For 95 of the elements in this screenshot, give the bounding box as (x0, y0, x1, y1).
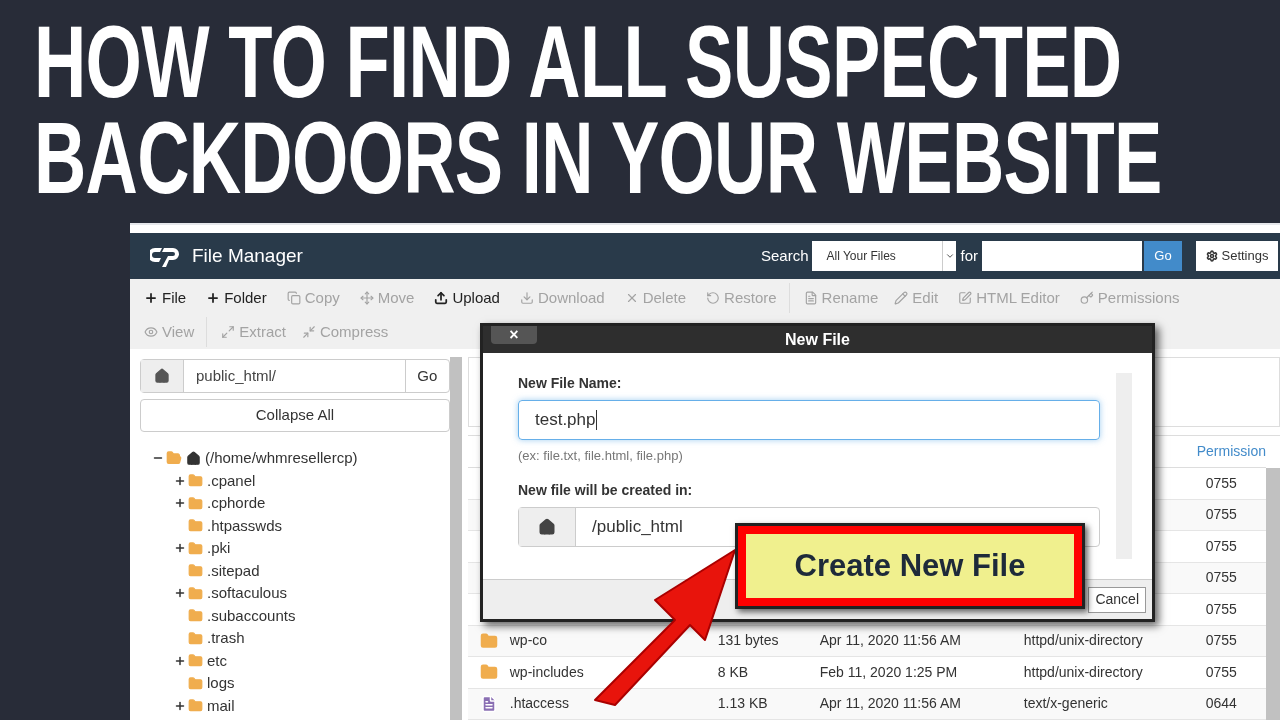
file-name[interactable]: wp-includes (509, 663, 584, 680)
tree-item[interactable]: .sitepad (207, 559, 260, 582)
toolbar-button[interactable]: Folder (198, 283, 275, 313)
chevron-down-icon (945, 251, 955, 261)
home-icon (538, 517, 556, 536)
file-name-field[interactable]: test.php (518, 400, 1100, 440)
expand-icon[interactable] (174, 474, 186, 487)
file-permissions: 0755 (1205, 631, 1237, 651)
folder-icon (188, 540, 203, 556)
open-folder-icon (166, 450, 182, 467)
upload-icon (434, 291, 449, 305)
folder-icon (188, 518, 203, 534)
expand-icon[interactable] (174, 587, 186, 600)
collapse-all-button[interactable]: Collapse All (140, 399, 450, 432)
move-icon (359, 291, 374, 305)
folder-icon (188, 608, 203, 624)
file-type: httpd/unix-directory (1023, 663, 1143, 680)
hint-text: (ex: file.txt, file.html, file.php) (518, 447, 684, 465)
toolbar-button[interactable]: Upload (426, 283, 508, 313)
dialog-title: New File (785, 329, 850, 350)
folder-icon (188, 585, 203, 601)
file-permissions: 0644 (1205, 694, 1237, 714)
settings-button[interactable]: Settings (1196, 241, 1278, 271)
file-name[interactable]: .htaccess (509, 695, 569, 712)
folder-icon (479, 663, 498, 682)
tree-item[interactable]: logs (207, 672, 235, 695)
compress-icon (301, 325, 316, 339)
tree-item[interactable]: .trash (207, 627, 245, 650)
file-permissions: 0755 (1205, 473, 1237, 493)
pencil-icon (894, 291, 909, 305)
expand-icon (221, 325, 236, 339)
file-type: httpd/unix-directory (1023, 632, 1143, 649)
app-title: File Manager (192, 243, 303, 268)
file-permissions: 0755 (1205, 599, 1237, 619)
scope-select[interactable]: All Your Files (812, 241, 957, 271)
file-permissions: 0755 (1205, 662, 1237, 682)
file-date: Apr 11, 2020 11:56 AM (819, 695, 961, 712)
file-size: 8 KB (717, 663, 749, 680)
headline: BACKDOORS IN YOUR WEBSITE (34, 110, 1162, 206)
toolbar-button[interactable]: File (136, 283, 195, 313)
logo-icon (150, 245, 180, 267)
go-button[interactable]: Go (1144, 241, 1182, 271)
column-header[interactable]: Permission (1196, 441, 1266, 462)
undo-icon (706, 291, 721, 305)
expand-icon[interactable] (174, 542, 186, 555)
copy-icon (286, 291, 301, 305)
cancel-button[interactable]: Cancel (1088, 586, 1146, 613)
document-icon (803, 291, 818, 305)
search-label: Search (760, 245, 809, 266)
tree-item[interactable]: etc (207, 649, 227, 672)
folder-icon (188, 495, 203, 511)
settings-icon (1205, 250, 1218, 262)
expand-icon[interactable] (174, 654, 186, 667)
file-name[interactable]: wp-co (509, 632, 548, 649)
folder-icon (188, 563, 203, 579)
tree-item[interactable]: .htpasswds (207, 514, 283, 537)
folder-icon (188, 630, 203, 646)
tree-item[interactable]: .cpanel (207, 469, 256, 492)
folder-icon (188, 653, 203, 669)
for-label: for (960, 245, 978, 266)
home-icon (186, 450, 201, 466)
file-size: 1.13 KB (717, 695, 768, 712)
sidebar-scrollbar[interactable] (449, 357, 462, 720)
plus-icon (206, 291, 221, 305)
folder-icon (188, 675, 203, 691)
key-icon (1079, 291, 1094, 305)
download-icon (519, 291, 534, 305)
eye-icon (144, 325, 158, 339)
expand-icon[interactable] (174, 497, 186, 510)
folder-icon (479, 631, 498, 650)
close-button[interactable]: × (491, 326, 537, 344)
edit-icon (958, 291, 973, 305)
tree-item[interactable]: .subaccounts (207, 604, 296, 627)
file-type: text/x-generic (1023, 695, 1108, 712)
folder-icon (188, 473, 203, 489)
field-label: New file will be created in: (518, 480, 694, 500)
expand-icon[interactable] (174, 699, 186, 712)
file-size: 131 bytes (717, 632, 779, 649)
tree-item[interactable]: .pki (207, 537, 231, 560)
file-permissions: 0755 (1205, 505, 1237, 525)
file-permissions: 0755 (1205, 536, 1237, 556)
headline: HOW TO FIND ALL SUSPECTED (34, 14, 1122, 110)
tree-item[interactable]: (/home/whmresellercp) (205, 447, 358, 470)
field-label: New File Name: (518, 374, 623, 393)
plus-icon (144, 291, 158, 305)
file-date: Feb 11, 2020 1:25 PM (819, 663, 958, 680)
tree-item[interactable]: mail (207, 694, 235, 717)
tree-item[interactable]: .softaculous (207, 582, 288, 605)
file-date: Apr 11, 2020 11:56 AM (819, 632, 961, 649)
file-permissions: 0755 (1205, 568, 1237, 588)
create-file-button[interactable]: Create New File (735, 523, 1085, 609)
table-scrollbar[interactable] (1266, 468, 1280, 720)
tree-item[interactable]: .cphorde (207, 492, 266, 515)
search-field[interactable] (982, 241, 1142, 271)
folder-icon (188, 698, 203, 714)
